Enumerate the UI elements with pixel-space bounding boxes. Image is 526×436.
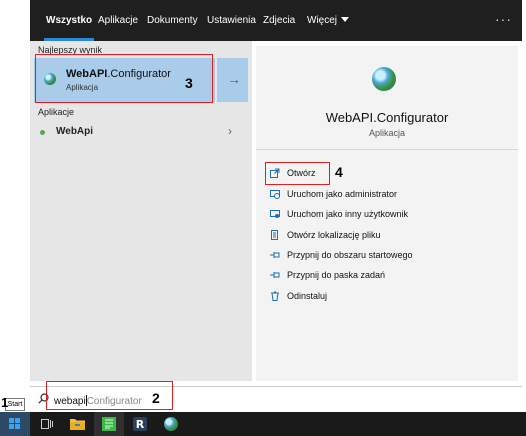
divider [256, 149, 518, 150]
globe-app-button[interactable] [156, 412, 186, 436]
expand-details-button[interactable]: → [217, 58, 248, 102]
best-match-title-bold: WebAPI [66, 68, 108, 80]
file-explorer-icon [70, 419, 85, 430]
run-as-other-user-icon [270, 210, 280, 218]
best-match-title-rest: .Configurator [107, 68, 171, 80]
tab-all[interactable]: Wszystko [43, 0, 95, 41]
details-pane: WebAPI.Configurator Aplikacja Otwórz Uru… [256, 46, 518, 381]
app-icon [369, 64, 399, 94]
search-icon [38, 393, 49, 404]
action-label: Otwórz [287, 168, 316, 178]
best-match-title: WebAPI.Configurator [66, 68, 171, 80]
chevron-right-icon[interactable]: › [228, 124, 232, 138]
results-pane: Najlepszy wynik WebAPI.Configurator Apli… [30, 41, 252, 381]
action-label: Uruchom jako administrator [287, 189, 398, 199]
search-input[interactable]: webapiConfigurator [54, 395, 142, 407]
start-button[interactable] [0, 412, 30, 436]
windows-logo-icon [9, 418, 21, 430]
taskbar: R [0, 412, 526, 436]
run-as-admin-icon [270, 190, 280, 199]
tab-settings[interactable]: Ustawienia [207, 0, 256, 41]
r-app-icon: R [133, 417, 147, 431]
action-label: Uruchom jako inny użytkownik [287, 209, 409, 219]
tab-documents[interactable]: Dokumenty [147, 0, 198, 41]
tab-photos[interactable]: Zdjecia [263, 0, 295, 41]
file-explorer-button[interactable] [63, 412, 93, 436]
r-app-button[interactable]: R [125, 412, 155, 436]
app-title: WebAPI.Configurator [325, 110, 449, 125]
search-typed-text: webapi [54, 396, 86, 407]
best-match-subtitle: Aplikacja [66, 83, 99, 92]
search-suggestion-text: Configurator [86, 396, 142, 407]
best-match-header: Najlepszy wynik [38, 45, 103, 55]
apps-header: Aplikacje [38, 107, 75, 117]
arrow-right-icon: → [227, 71, 241, 87]
action-label: Odinstaluj [287, 291, 328, 301]
tab-more-label: Więcej [307, 15, 338, 26]
svg-text:R: R [136, 418, 145, 431]
app-result-label: WebApi [56, 126, 94, 137]
globe-app-icon [164, 417, 178, 431]
more-options-button[interactable]: ··· [495, 0, 512, 41]
tab-more[interactable]: Więcej [307, 0, 350, 41]
globe-icon [44, 73, 56, 85]
green-dot-icon [40, 130, 45, 135]
search-box[interactable]: webapiConfigurator [30, 386, 522, 413]
uninstall-icon [271, 291, 279, 301]
action-label: Otwórz lokalizację pliku [287, 230, 381, 240]
annotation-number-1: 1 [1, 395, 9, 410]
open-icon [270, 168, 280, 178]
annotation-number-2: 2 [152, 390, 160, 406]
open-file-location-icon [271, 230, 278, 240]
green-app-icon [102, 417, 116, 431]
tab-apps[interactable]: Aplikacje [98, 0, 138, 41]
task-view-icon [41, 419, 53, 429]
search-filter-bar: Wszystko Aplikacje Dokumenty Ustawienia … [30, 0, 522, 41]
action-label: Przypnij do paska zadań [287, 270, 386, 280]
task-view-button[interactable] [32, 412, 62, 436]
app-subtitle: Aplikacja [368, 128, 406, 138]
action-label: Przypnij do obszaru startowego [287, 250, 413, 260]
pin-start-icon [270, 252, 280, 258]
app-result-webapi[interactable]: WebApi › [30, 121, 252, 143]
globe-icon [372, 67, 396, 91]
chevron-down-icon [341, 17, 350, 22]
annotation-number-4: 4 [335, 164, 343, 180]
green-app-button[interactable] [94, 412, 124, 436]
pin-taskbar-icon [270, 272, 280, 278]
annotation-number-3: 3 [185, 75, 193, 91]
